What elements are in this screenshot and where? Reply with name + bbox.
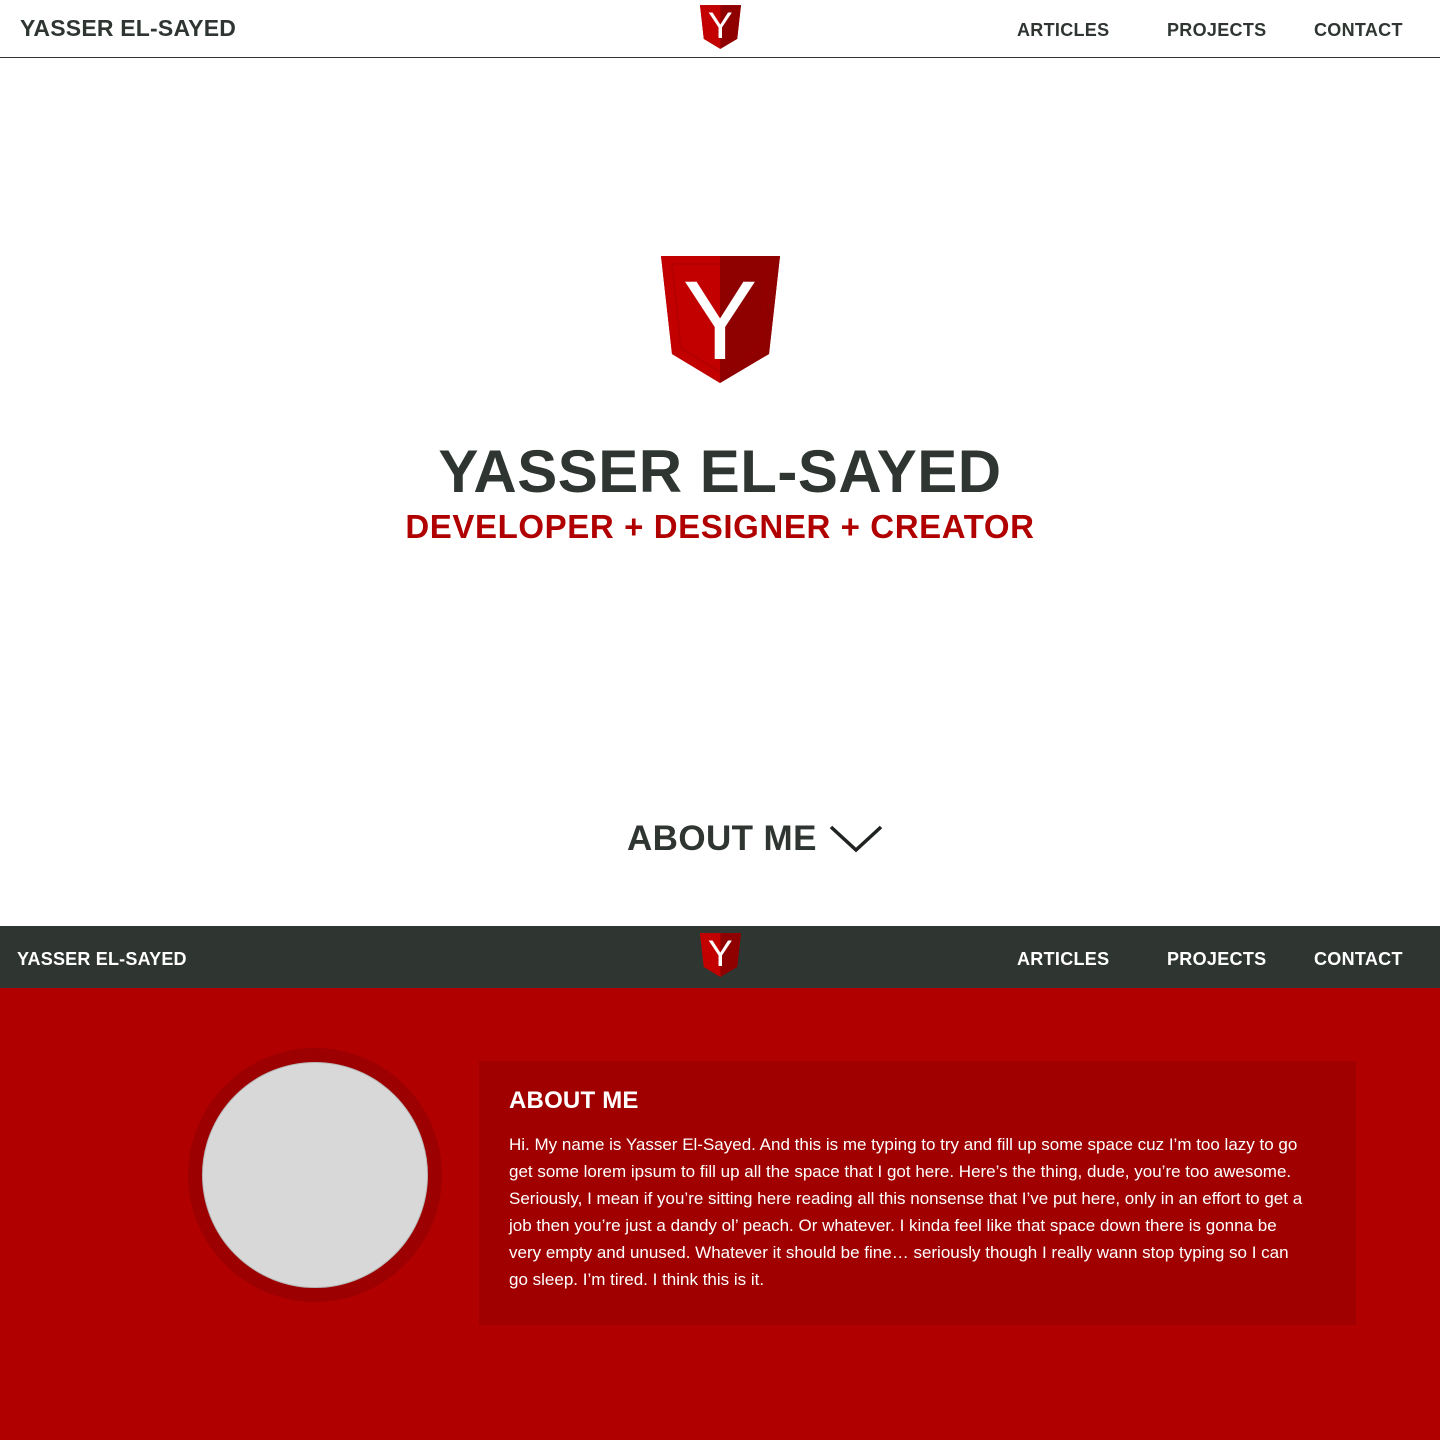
about-heading: ABOUT ME: [509, 1087, 639, 1114]
nav-projects-link[interactable]: PROJECTS: [1167, 20, 1266, 41]
about-section: ABOUT ME Hi. My name is Yasser El-Sayed.…: [0, 988, 1440, 1440]
avatar: [202, 1062, 428, 1288]
avatar-ring: [188, 1048, 442, 1302]
nav-articles-link[interactable]: ARTICLES: [1017, 20, 1109, 41]
hero-subtitle: DEVELOPER + DESIGNER + CREATOR: [405, 508, 1035, 545]
about-me-toggle[interactable]: ABOUT ME: [627, 815, 883, 863]
hero-title: YASSER EL-SAYED: [438, 438, 1002, 505]
sticky-nav-articles-link[interactable]: ARTICLES: [1017, 949, 1109, 970]
sticky-header: YASSER EL-SAYED Y ARTICLES PROJECTS CONT…: [0, 926, 1440, 988]
sticky-shield-logo-icon[interactable]: Y: [700, 933, 741, 977]
chevron-down-icon: [829, 825, 883, 853]
about-body-text: Hi. My name is Yasser El-Sayed. And this…: [509, 1135, 1303, 1289]
sticky-brand-link[interactable]: YASSER EL-SAYED: [17, 949, 187, 970]
svg-text:Y: Y: [708, 933, 733, 974]
svg-text:Y: Y: [708, 5, 733, 46]
nav-contact-link[interactable]: CONTACT: [1314, 20, 1403, 41]
sticky-nav-contact-link[interactable]: CONTACT: [1314, 949, 1403, 970]
hero-shield-logo-icon: Y: [661, 256, 780, 383]
shield-logo-icon[interactable]: Y: [700, 5, 741, 49]
svg-text:Y: Y: [683, 258, 758, 383]
top-header: YASSER EL-SAYED Y ARTICLES PROJECTS CONT…: [0, 0, 1440, 58]
about-me-toggle-label: ABOUT ME: [627, 819, 817, 858]
about-card: ABOUT ME Hi. My name is Yasser El-Sayed.…: [479, 1061, 1356, 1325]
sticky-nav-projects-link[interactable]: PROJECTS: [1167, 949, 1266, 970]
brand-link[interactable]: YASSER EL-SAYED: [20, 15, 236, 42]
